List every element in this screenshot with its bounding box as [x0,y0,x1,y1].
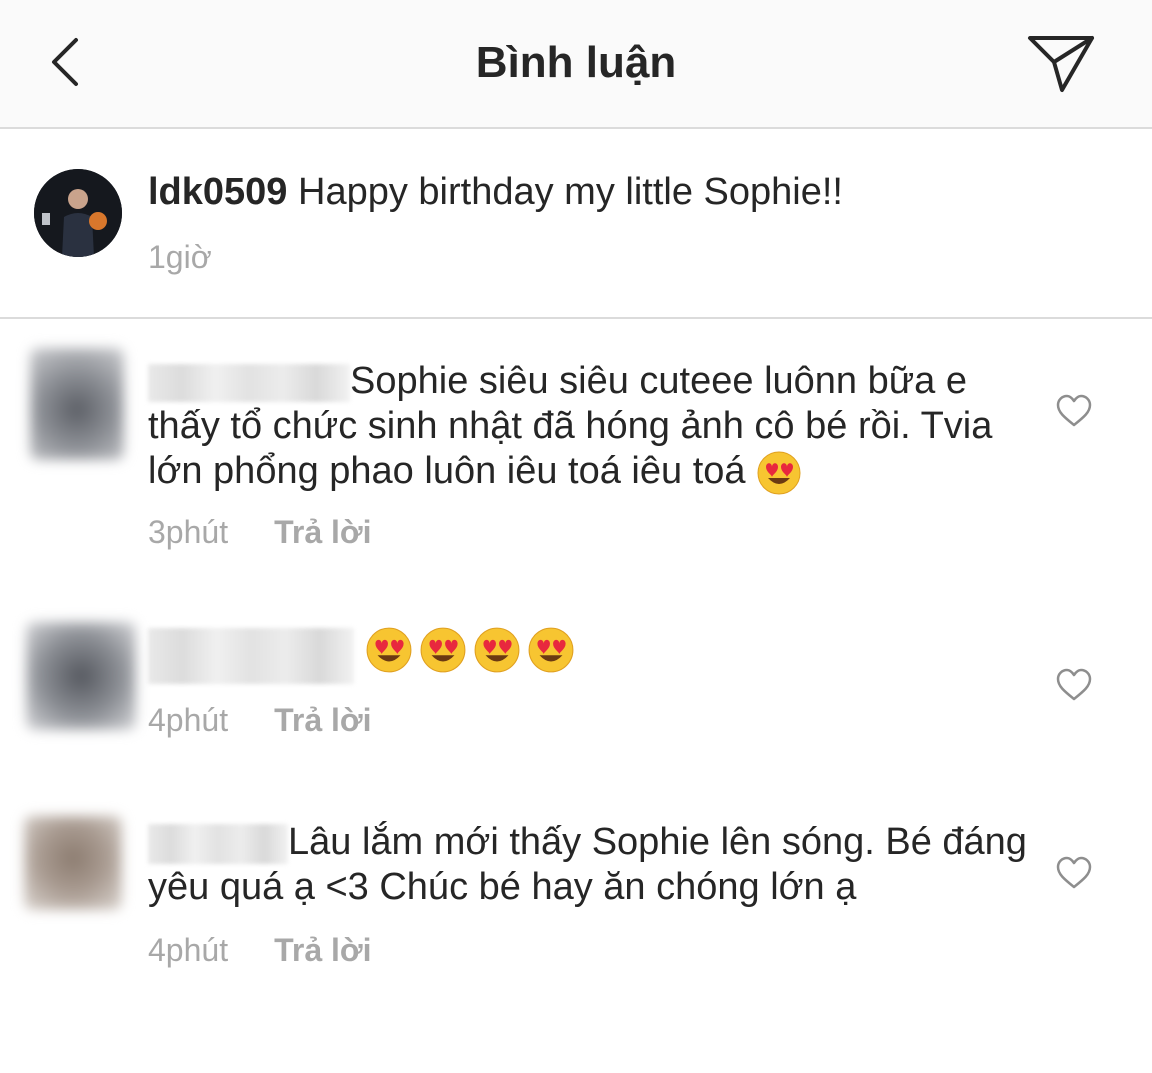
reply-button[interactable]: Trả lời [274,514,371,550]
avatar[interactable] [30,348,124,460]
page-title: Bình luận [475,38,677,87]
caption-message: Happy birthday my little Sophie!! [298,171,843,213]
heart-eyes-emoji [419,626,467,685]
emoji-row [365,627,581,675]
header-bar: Bình luận [0,0,1152,129]
paper-plane-icon [1028,36,1094,92]
caption-text: ldk0509 Happy birthday my little Sophie!… [148,169,843,215]
comment-meta: 4phút Trả lời [148,702,372,739]
comment-text: Lâu lắm mới thấy Sophie lên sóng. Bé đán… [148,820,1028,910]
heart-eyes-emoji [757,451,801,495]
heart-eyes-emoji [365,626,413,685]
avatar[interactable] [34,169,122,257]
comment-time: 4phút [148,702,229,738]
blurred-username[interactable] [148,823,288,864]
comment-time: 4phút [148,932,229,968]
reply-button[interactable]: Trả lời [274,932,371,968]
heart-eyes-emoji [527,626,575,685]
comment-text [148,626,1028,685]
heart-outline-icon[interactable] [1056,394,1092,428]
caption-username[interactable]: ldk0509 [148,171,287,213]
comment-text: Sophie siêu siêu cuteee luônn bữa e thấy… [148,359,1028,496]
blurred-username[interactable] [148,363,350,402]
avatar[interactable] [26,622,136,730]
comment-time: 3phút [148,514,229,550]
comment-meta: 3phút Trả lời [148,514,372,551]
heart-outline-icon[interactable] [1056,668,1092,702]
post-caption: ldk0509 Happy birthday my little Sophie!… [0,129,1152,319]
avatar[interactable] [24,816,122,910]
share-button[interactable] [1024,30,1100,96]
heart-eyes-emoji [473,626,521,685]
caption-time: 1giờ [148,239,212,275]
reply-button[interactable]: Trả lời [274,702,371,738]
heart-outline-icon[interactable] [1056,856,1092,890]
blurred-username[interactable] [148,627,354,684]
comment-meta: 4phút Trả lời [148,932,372,969]
